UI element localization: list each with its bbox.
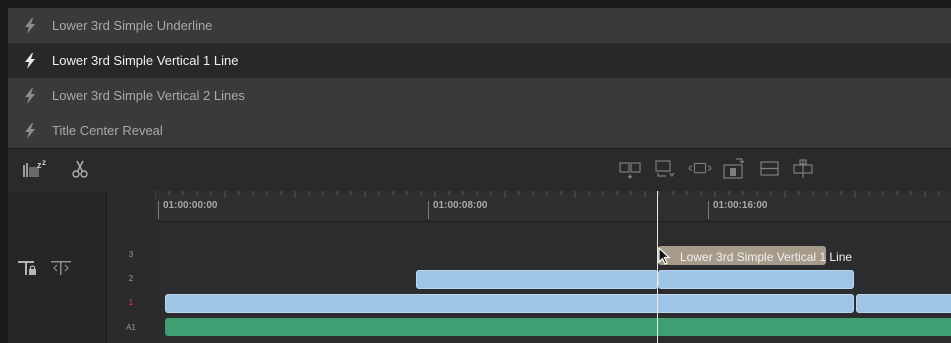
- auto-select-lock-icon[interactable]: [18, 259, 40, 282]
- svg-text:z: z: [42, 159, 46, 167]
- lightning-icon: [24, 87, 38, 104]
- scissors-icon[interactable]: [68, 158, 92, 180]
- video-clip-v2[interactable]: [416, 270, 658, 289]
- effects-list: Lower 3rd Simple Underline Lower 3rd Sim…: [8, 8, 951, 148]
- effect-item-selected[interactable]: Lower 3rd Simple Vertical 1 Line: [8, 43, 951, 78]
- timeline[interactable]: 01:00:00:00 01:00:08:00 01:00:16:00 Lowe…: [155, 191, 951, 343]
- effect-label: Lower 3rd Simple Vertical 2 Lines: [52, 88, 245, 103]
- ruler-timecode: 01:00:08:00: [428, 201, 487, 219]
- lightning-icon: [24, 17, 38, 34]
- lightning-icon: [24, 122, 38, 139]
- track-label-v3[interactable]: 3: [107, 250, 155, 259]
- track-label-v1[interactable]: 1: [107, 298, 155, 307]
- video-clip-v1[interactable]: [856, 294, 951, 313]
- effect-item[interactable]: Lower 3rd Simple Underline: [8, 8, 951, 43]
- replace-icon[interactable]: [688, 158, 712, 180]
- effect-label: Title Center Reveal: [52, 123, 163, 138]
- ruler-timecode: 01:00:00:00: [158, 201, 217, 219]
- effect-item[interactable]: Lower 3rd Simple Vertical 2 Lines: [8, 78, 951, 113]
- mouse-pointer-icon: [658, 246, 672, 272]
- title-clip-label: Lower 3rd Simple Vertical 1 Line: [680, 250, 853, 264]
- lightning-icon: [24, 52, 38, 69]
- effect-item[interactable]: Title Center Reveal: [8, 113, 951, 148]
- video-clip-v2[interactable]: [658, 270, 854, 289]
- video-clip-v1[interactable]: [165, 294, 854, 313]
- track-label-a1[interactable]: A1: [107, 323, 155, 332]
- track-headers: 3 2 1 A1: [106, 191, 156, 343]
- place-on-top-icon[interactable]: [758, 158, 782, 180]
- ruler-timecode: 01:00:16:00: [708, 201, 767, 219]
- trim-handle-icon[interactable]: [50, 259, 72, 282]
- ruler-ticks: [155, 191, 940, 199]
- track-label-v2[interactable]: 2: [107, 274, 155, 283]
- insert-icon[interactable]: [619, 158, 643, 180]
- overwrite-icon[interactable]: [654, 158, 678, 180]
- timeline-ruler[interactable]: 01:00:00:00 01:00:08:00 01:00:16:00: [155, 191, 951, 222]
- audio-clip-a1[interactable]: [165, 318, 951, 336]
- ripple-overwrite-icon[interactable]: [792, 158, 816, 180]
- effect-label: Lower 3rd Simple Underline: [52, 18, 213, 33]
- track-tools-panel: [8, 191, 106, 343]
- timeline-toolbar: z z: [8, 148, 951, 192]
- snap-zz-icon[interactable]: z z: [20, 158, 50, 180]
- effect-label: Lower 3rd Simple Vertical 1 Line: [52, 53, 239, 68]
- fit-to-fill-icon[interactable]: [722, 158, 746, 180]
- resolve-edit-window: Lower 3rd Simple Underline Lower 3rd Sim…: [8, 8, 951, 343]
